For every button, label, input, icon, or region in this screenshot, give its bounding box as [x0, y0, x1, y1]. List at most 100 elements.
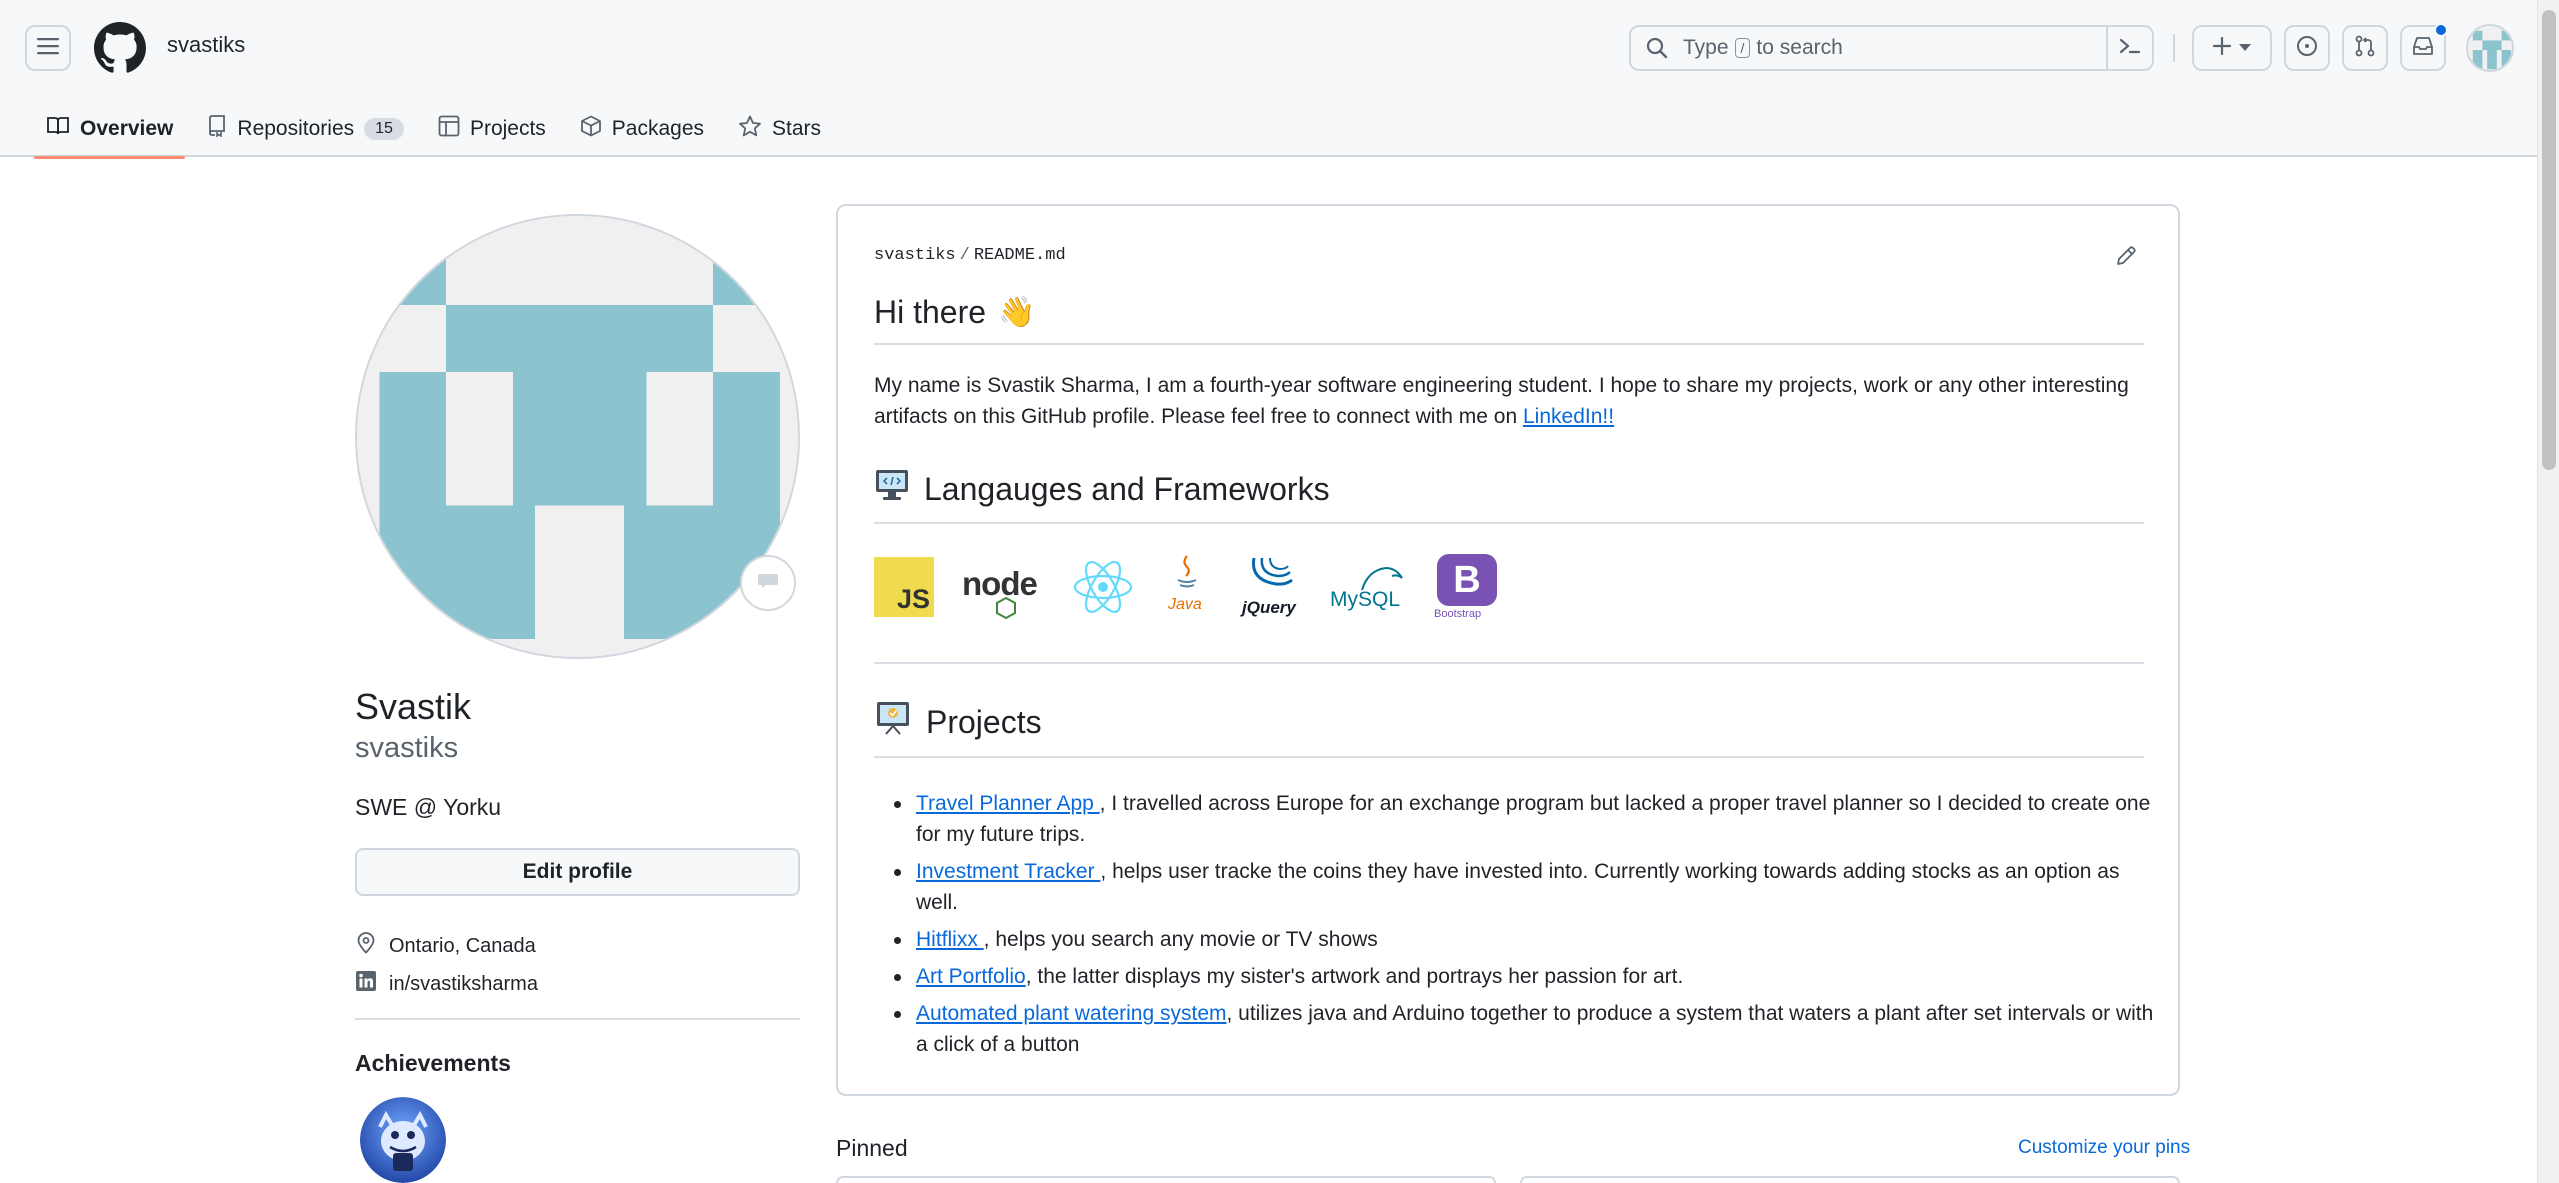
set-status-button[interactable] — [740, 555, 796, 611]
search-input[interactable]: Type / to search — [1629, 25, 2154, 71]
inbox-button[interactable] — [2400, 23, 2448, 71]
repositories-count-badge: 15 — [364, 117, 404, 140]
readme-card: svastiks / README.md Hi there 👋 My name is… — [836, 204, 2180, 1096]
profile-avatar[interactable] — [355, 214, 800, 659]
list-item: Hitflixx , helps you search any movie or… — [874, 924, 2154, 955]
linkedin-icon — [355, 970, 377, 998]
readme-intro: My name is Svastik Sharma, I am a fourth… — [874, 370, 2144, 432]
repo-icon — [207, 114, 227, 143]
pull-requests-button[interactable] — [2342, 25, 2388, 71]
hitflixx-link[interactable]: Hitflixx — [916, 928, 984, 951]
readme-path: svastiks / README.md — [874, 246, 1066, 265]
tab-overview-label: Overview — [80, 116, 174, 140]
hamburger-icon — [37, 37, 59, 60]
tab-projects[interactable]: Projects — [426, 100, 558, 157]
investment-tracker-link[interactable]: Investment Tracker — [916, 860, 1100, 883]
project-description: , helps you search any movie or TV shows — [983, 928, 1378, 951]
terminal-icon — [2119, 37, 2141, 60]
projects-heading-text: Projects — [926, 703, 1042, 740]
table-icon — [438, 115, 460, 143]
profile-linkedin[interactable]: in/svastiksharma — [355, 965, 538, 1003]
presentation-icon — [874, 700, 912, 744]
sidebar-divider — [355, 1018, 800, 1020]
jquery-icon: jQuery — [1242, 554, 1304, 620]
tab-repositories-label: Repositories — [237, 116, 355, 140]
edit-readme-pencil-icon[interactable] — [2114, 244, 2142, 272]
readme-intro-text: My name is Svastik Sharma, I am a fourth… — [874, 374, 2129, 428]
pinned-heading: Pinned — [836, 1135, 908, 1161]
scrollbar-thumb[interactable] — [2542, 10, 2556, 470]
inbox-icon — [2412, 36, 2434, 61]
pinned-card[interactable] — [836, 1176, 1496, 1183]
create-new-button[interactable] — [2192, 25, 2272, 71]
list-item: Travel Planner App , I travelled across … — [874, 788, 2154, 850]
profile-display-name: Svastik — [355, 686, 472, 727]
search-prefix: Type — [1683, 36, 1729, 59]
java-icon: Java — [1162, 554, 1212, 620]
bootstrap-icon: B Bootstrap — [1434, 554, 1500, 620]
project-description: , I travelled across Europe for an excha… — [916, 792, 2151, 846]
mysql-icon: MySQL — [1328, 554, 1408, 620]
tab-projects-label: Projects — [469, 116, 546, 140]
location-pin-icon — [355, 932, 377, 960]
readme-path-separator: / — [959, 246, 970, 265]
menu-button[interactable] — [25, 25, 71, 71]
star-icon — [738, 115, 762, 143]
profile-tabs: Overview Repositories 15 Projects Packag… — [34, 100, 843, 159]
git-pull-request-icon — [2354, 35, 2376, 62]
java-label: Java — [1168, 596, 1202, 613]
waving-hand-icon: 👋 — [998, 296, 1036, 329]
javascript-icon: JS — [874, 557, 934, 617]
readme-heading-text: Hi there — [874, 294, 987, 330]
tab-packages-label: Packages — [611, 116, 705, 140]
plus-icon — [2212, 36, 2232, 60]
profile-details: Ontario, Canada in/svastiksharma — [355, 927, 538, 1003]
readme-heading-languages: Langauges and Frameworks — [874, 468, 2144, 524]
tab-repositories[interactable]: Repositories 15 — [195, 100, 416, 157]
smiley-icon — [756, 572, 780, 595]
tab-stars[interactable]: Stars — [726, 100, 833, 157]
global-header: svastiks Type / to search Overview Repos… — [0, 0, 2537, 159]
projects-list: Travel Planner App , I travelled across … — [874, 788, 2154, 1066]
react-icon — [1072, 556, 1134, 618]
art-portfolio-link[interactable]: Art Portfolio — [916, 965, 1026, 988]
mysql-label: MySQL — [1330, 588, 1401, 611]
achievements-heading: Achievements — [355, 1050, 511, 1076]
user-avatar[interactable] — [2466, 24, 2514, 72]
achievement-badge[interactable] — [360, 1097, 446, 1183]
search-shortcut-key: / — [1734, 38, 1751, 58]
linkedin-link[interactable]: LinkedIn!! — [1523, 405, 1614, 428]
header-divider — [2173, 34, 2175, 62]
profile-location-text: Ontario, Canada — [389, 934, 536, 957]
readme-path-owner[interactable]: svastiks — [874, 246, 956, 265]
page-scrollbar[interactable] — [2537, 0, 2559, 1183]
nodejs-icon: node — [962, 557, 1046, 619]
readme-heading-hi: Hi there 👋 — [874, 294, 2144, 345]
readme-path-file[interactable]: README.md — [974, 246, 1066, 265]
profile-login: svastiks — [355, 732, 459, 764]
jquery-label: jQuery — [1242, 598, 1296, 617]
tab-overview[interactable]: Overview — [34, 100, 186, 159]
github-logo-icon[interactable] — [94, 22, 146, 74]
edit-profile-button[interactable]: Edit profile — [355, 848, 800, 896]
javascript-label: JS — [896, 584, 930, 614]
package-icon — [580, 115, 602, 143]
book-icon — [46, 116, 70, 142]
issues-button[interactable] — [2284, 25, 2330, 71]
search-suffix: to search — [1756, 36, 1843, 59]
command-palette-button[interactable] — [2106, 27, 2152, 69]
profile-linkedin-text[interactable]: in/svastiksharma — [389, 973, 538, 996]
travel-planner-link[interactable]: Travel Planner App — [916, 792, 1100, 815]
readme-divider — [874, 662, 2144, 664]
list-item: Investment Tracker , helps user tracke t… — [874, 856, 2154, 918]
languages-heading-text: Langauges and Frameworks — [924, 470, 1330, 507]
profile-bio: SWE @ Yorku — [355, 794, 502, 820]
tab-packages[interactable]: Packages — [568, 100, 716, 157]
customize-pins-link[interactable]: Customize your pins — [2018, 1137, 2190, 1159]
tech-logos: JS node Java jQuery MySQL B Bootstrap — [874, 554, 1500, 620]
pinned-card[interactable] — [1520, 1176, 2180, 1183]
bootstrap-label: Bootstrap — [1434, 608, 1482, 620]
plant-watering-link[interactable]: Automated plant watering system — [916, 1002, 1227, 1025]
context-owner-name[interactable]: svastiks — [167, 32, 245, 58]
project-description: , the latter displays my sister's artwor… — [1025, 965, 1684, 988]
